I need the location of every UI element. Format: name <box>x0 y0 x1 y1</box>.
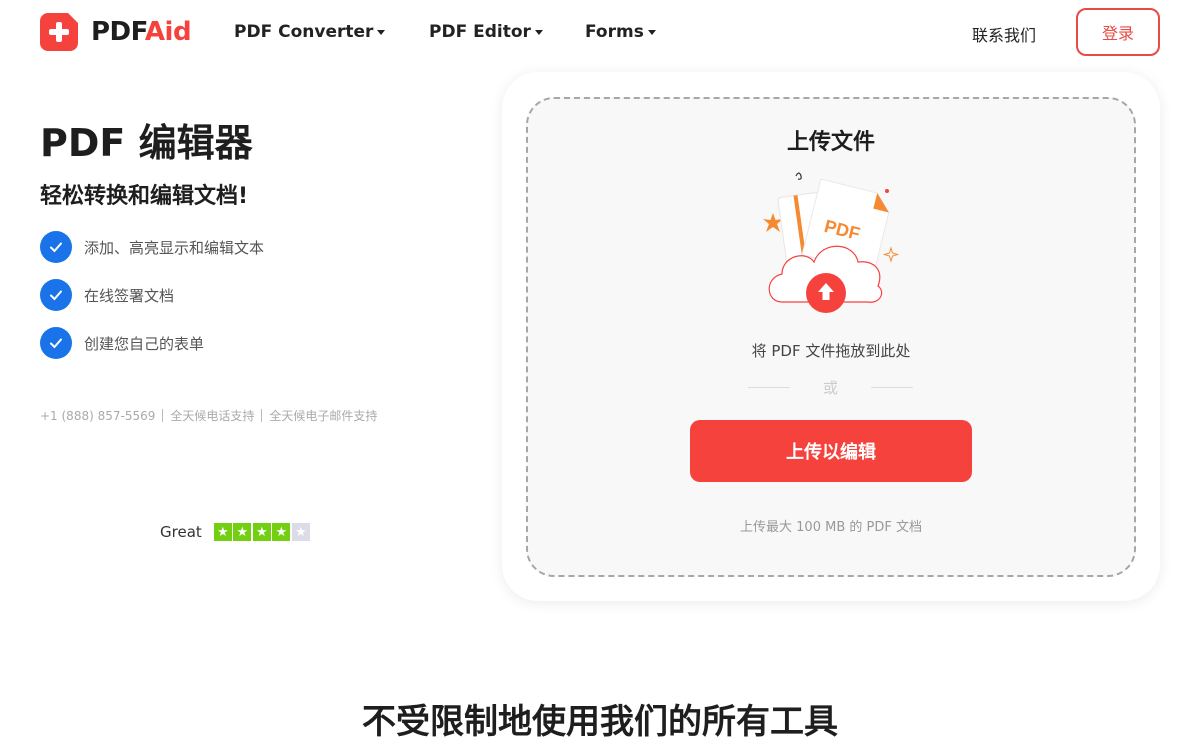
star-icon: ★ <box>291 523 310 541</box>
upload-illustration: PDF <box>760 166 900 316</box>
or-label: 或 <box>822 379 838 397</box>
caret-down-icon <box>534 29 543 35</box>
login-button[interactable]: 登录 <box>1076 8 1160 56</box>
drop-hint: 将 PDF 文件拖放到此处 <box>751 342 911 360</box>
check-icon <box>40 231 72 263</box>
site-header: PDFAid PDF Converter PDF Editor Forms 联系… <box>0 0 1200 64</box>
upload-size-note: 上传最大 100 MB 的 PDF 文档 <box>740 520 922 535</box>
support-info: +1 (888) 857-5569 全天候电话支持 全天候电子邮件支持 <box>40 407 377 424</box>
contact-link[interactable]: 联系我们 <box>972 22 1036 46</box>
divider-line <box>870 387 913 388</box>
star-icon: ★ <box>252 523 271 541</box>
or-divider: 或 <box>748 377 913 398</box>
list-item: 添加、高亮显示和编辑文本 <box>40 230 264 264</box>
upload-to-edit-button[interactable]: 上传以编辑 <box>690 420 972 482</box>
caret-down-icon <box>377 29 386 35</box>
trustpilot-rating[interactable]: Great ★ ★ ★ ★ ★ <box>160 523 311 541</box>
star-icon: ★ <box>233 523 252 541</box>
support-phone[interactable]: +1 (888) 857-5569 <box>40 409 155 423</box>
caret-down-icon <box>647 29 656 35</box>
rating-label: Great <box>160 523 202 541</box>
logo[interactable]: PDFAid <box>40 13 192 51</box>
logo-icon <box>40 13 78 51</box>
section-title: 不受限制地使用我们的所有工具 <box>362 702 838 740</box>
feature-text: 创建您自己的表单 <box>84 334 205 353</box>
nav-pdf-converter[interactable]: PDF Converter <box>234 22 386 42</box>
nav-pdf-editor-label: PDF Editor <box>429 22 531 42</box>
upload-title: 上传文件 <box>786 130 875 155</box>
email-support-label: 全天候电子邮件支持 <box>269 409 378 423</box>
pdf-cloud-upload-icon <box>763 172 900 313</box>
check-icon <box>40 279 72 311</box>
divider <box>261 409 263 422</box>
page-title: PDF 编辑器 <box>40 121 253 165</box>
logo-text-dark: PDF <box>91 17 145 47</box>
list-item: 在线签署文档 <box>40 278 264 312</box>
divider-line <box>748 387 790 388</box>
feature-text: 添加、高亮显示和编辑文本 <box>84 238 265 257</box>
rating-stars: ★ ★ ★ ★ ★ <box>213 523 312 541</box>
logo-text: PDFAid <box>91 17 192 47</box>
nav-forms-label: Forms <box>585 22 644 42</box>
star-icon: ★ <box>272 523 291 541</box>
phone-support-label: 全天候电话支持 <box>170 409 255 423</box>
logo-text-accent: Aid <box>144 17 192 47</box>
check-icon <box>40 327 72 359</box>
nav-pdf-converter-label: PDF Converter <box>234 22 374 42</box>
feature-text: 在线签署文档 <box>84 286 175 305</box>
nav-forms[interactable]: Forms <box>585 22 656 42</box>
list-item: 创建您自己的表单 <box>40 326 264 360</box>
divider <box>162 409 164 422</box>
feature-list: 添加、高亮显示和编辑文本 在线签署文档 创建您自己的表单 <box>40 230 264 374</box>
page-subtitle: 轻松转换和编辑文档! <box>40 184 249 209</box>
star-icon: ★ <box>213 523 232 541</box>
nav-pdf-editor[interactable]: PDF Editor <box>429 22 543 42</box>
